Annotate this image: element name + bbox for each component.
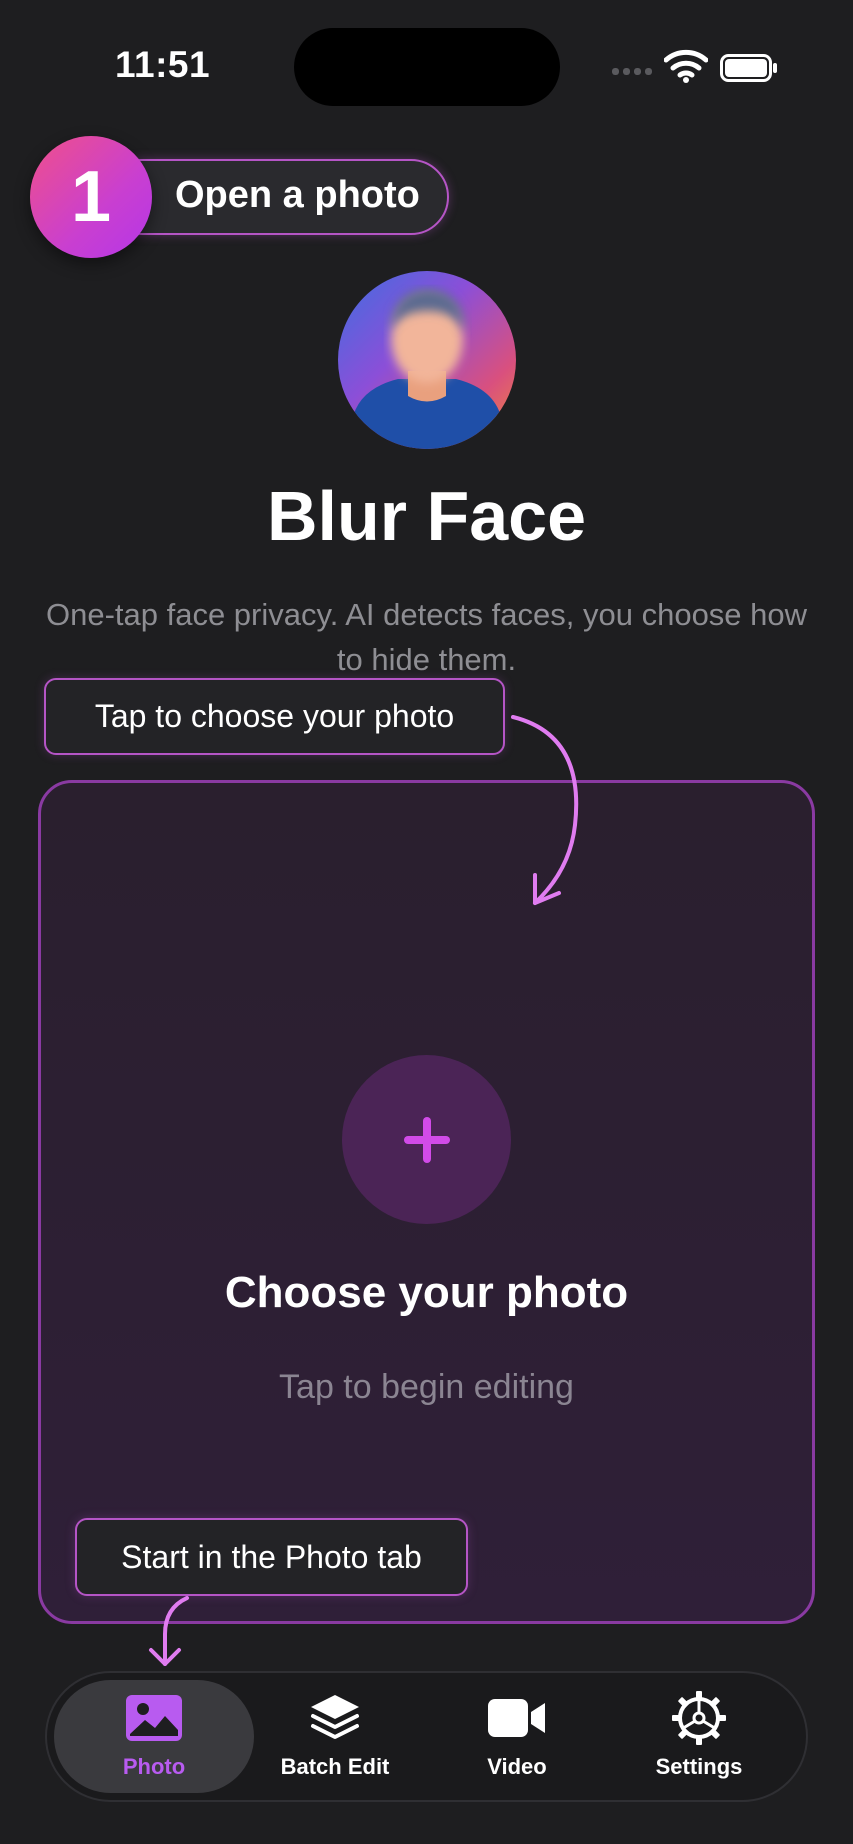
tab-batch-edit[interactable]: Batch Edit [245, 1690, 425, 1790]
step-number-badge: 1 [30, 136, 152, 258]
dropzone-title: Choose your photo [224, 1268, 629, 1317]
gear-icon [669, 1690, 729, 1746]
add-photo-button[interactable] [342, 1055, 511, 1224]
app-logo-avatar [338, 271, 516, 449]
tab-video[interactable]: Video [427, 1690, 607, 1790]
tab-photo[interactable]: Photo [64, 1690, 244, 1790]
tooltip-choose-photo: Tap to choose your photo [44, 678, 505, 755]
tab-settings[interactable]: Settings [609, 1690, 789, 1790]
layers-icon [305, 1690, 365, 1746]
video-camera-icon [487, 1690, 547, 1746]
arrow-icon [149, 1596, 189, 1666]
arrow-icon [511, 715, 579, 905]
plus-icon [403, 1116, 450, 1163]
photo-icon [124, 1690, 184, 1746]
tooltip-photo-tab: Start in the Photo tab [75, 1518, 468, 1596]
app-subtitle: One-tap face privacy. AI detects faces, … [45, 597, 808, 677]
tab-settings-label: Settings [655, 1754, 743, 1779]
step-label: Open a photo [175, 174, 420, 216]
tab-photo-label: Photo [122, 1754, 186, 1779]
wifi-icon [664, 49, 708, 83]
tab-batch-edit-label: Batch Edit [280, 1754, 390, 1779]
app-title: Blur Face [267, 477, 586, 555]
status-time: 11:51 [115, 44, 211, 85]
tab-video-label: Video [487, 1754, 547, 1779]
dynamic-island [294, 28, 560, 106]
cellular-signal-icon [612, 68, 652, 75]
battery-icon [720, 54, 777, 82]
person-icon [352, 289, 502, 449]
dropzone-subtitle: Tap to begin editing [279, 1368, 574, 1406]
